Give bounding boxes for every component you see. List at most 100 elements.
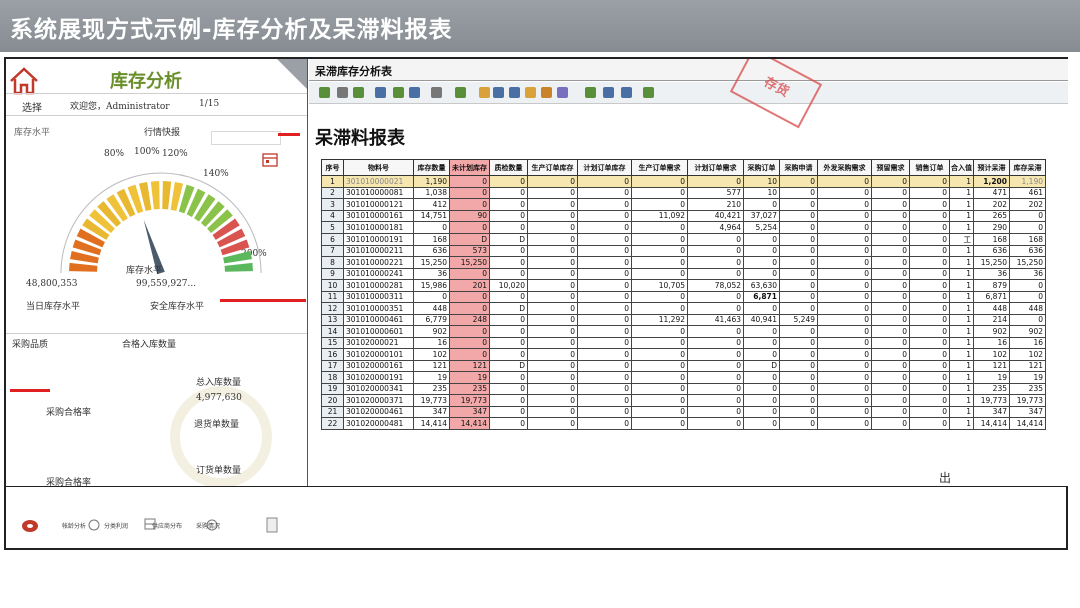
table-row[interactable]: 22 301020000481 14,414 14,414 0 0 0 0 0 0 0 0 0 0 1 14,… (321, 417, 1046, 430)
table-cell: 0 (871, 256, 910, 269)
toolbar-tool-icon[interactable] (493, 87, 504, 98)
table-cell: 0 (817, 348, 872, 361)
table-row[interactable]: 1 301010000021 1,190 0 0 0 0 0 0 10 0 0 0 0 1 1,200 1,19… (321, 175, 1046, 188)
table-row[interactable]: 17 301020000161 121 121 D 0 0 0 0 D 0 0 0 0 1 121 121 (321, 359, 1046, 372)
column-header[interactable]: 未计划库存 (449, 159, 490, 176)
table-row[interactable]: 2 301010000081 1,038 0 0 0 0 0 577 10 0 0 0 0 1 471 461 (321, 186, 1046, 199)
quick-report-label[interactable]: 行情快报 (144, 125, 180, 138)
table-row[interactable]: 4 301010000161 14,751 90 0 0 0 11,092 40,421 37,0… (321, 209, 1046, 222)
table-cell: 301010000221 (343, 256, 414, 269)
table-cell: 0 (779, 186, 818, 199)
table-row[interactable]: 11 301010000311 0 0 0 0 0 0 0 6,871 0 0 0 0 1 6,871 0 (321, 290, 1046, 303)
table-cell: 471 (973, 186, 1010, 199)
column-header[interactable]: 序号 (321, 159, 344, 176)
column-header[interactable]: 质检数量 (489, 159, 528, 176)
column-header[interactable]: 采购申请 (779, 159, 818, 176)
today-inventory-label: 当日库存水平 (26, 302, 81, 312)
table-cell: 0 (817, 290, 872, 303)
table-cell: 214 (973, 313, 1010, 326)
table-cell: D (489, 302, 528, 315)
table-cell: 301010000191 (343, 232, 414, 246)
column-header[interactable]: 库存呆滞 (1009, 159, 1046, 176)
column-header[interactable]: 物料号 (343, 159, 414, 176)
column-header[interactable]: 预留需求 (871, 159, 910, 176)
inventory-level-label: 库存水平 (14, 128, 51, 138)
toolbar-tool-icon[interactable] (557, 87, 568, 98)
table-row[interactable]: 15 30102000021 16 0 0 0 0 0 0 0 0 0 0 0 1 16 16 (321, 336, 1046, 349)
table-row[interactable]: 8 301010000221 15,250 15,250 0 0 0 0 0 0 0 0 0 0 1 15,2… (321, 256, 1046, 269)
table-cell: 121 (973, 359, 1010, 372)
table-cell: 78,052 (687, 279, 744, 292)
table-cell: 0 (489, 267, 528, 280)
column-header[interactable]: 销售订单 (909, 159, 950, 176)
column-header[interactable]: 生产订单库存 (527, 159, 578, 176)
toolbar-tool-icon[interactable] (525, 87, 536, 98)
nav-supplier-distribution[interactable]: 供应商分布 (152, 521, 182, 530)
column-header[interactable]: 计划订单需求 (687, 159, 744, 176)
table-cell: 0 (743, 382, 780, 395)
table-row[interactable]: 20 301020000371 19,773 19,773 0 0 0 0 0 0 0 0 0 0 1 19,… (321, 394, 1046, 407)
column-header[interactable]: 库存数量 (413, 159, 450, 176)
column-header[interactable]: 采购订单 (743, 159, 780, 176)
toolbar-tool-icon[interactable] (409, 87, 420, 98)
table-cell: 0 (489, 198, 528, 211)
toolbar-tool-icon[interactable] (643, 87, 654, 98)
table-cell: 902 (1009, 325, 1046, 338)
table-row[interactable]: 10 301010000281 15,986 201 10,020 0 0 10,705 78,… (321, 279, 1046, 292)
quick-report-field[interactable] (211, 131, 281, 145)
table-row[interactable]: 13 301010000461 6,779 248 0 0 0 11,292 41,463 40,… (321, 313, 1046, 326)
toolbar-tool-icon[interactable] (479, 87, 490, 98)
table-cell: 1 (949, 325, 974, 338)
toolbar-tool-icon[interactable] (375, 87, 386, 98)
table-row[interactable]: 21 301020000461 347 347 0 0 0 0 0 0 0 0 0 0 1 347 347 (321, 405, 1046, 418)
column-header[interactable]: 合入值 (949, 159, 974, 176)
table-cell: 0 (779, 405, 818, 418)
table-cell: 0 (631, 221, 688, 234)
table-cell: 0 (527, 313, 578, 326)
table-cell: 0 (631, 371, 688, 384)
select-menu[interactable]: 选择 (22, 99, 42, 114)
table-cell: 0 (871, 348, 910, 361)
toolbar-tool-icon[interactable] (541, 87, 552, 98)
tape-icon[interactable] (20, 517, 40, 535)
toolbar-tool-icon[interactable] (337, 87, 348, 98)
table-cell: 4 (321, 209, 344, 222)
table-row[interactable]: 16 301020000101 102 0 0 0 0 0 0 0 0 0 0 0 1 102 102 (321, 348, 1046, 361)
table-cell: 0 (687, 371, 744, 384)
toolbar-tool-icon[interactable] (319, 87, 330, 98)
table-row[interactable]: 3 301010000121 412 0 0 0 0 0 210 0 0 0 0 0 1 202 202 (321, 198, 1046, 211)
table-cell: 0 (489, 371, 528, 384)
table-cell: 0 (871, 175, 910, 188)
divider (6, 93, 307, 94)
column-header[interactable]: 生产订单需求 (631, 159, 688, 176)
table-row[interactable]: 7 301010000211 636 573 0 0 0 0 0 0 0 0 0 0 1 636 636 (321, 244, 1046, 257)
column-header[interactable]: 外发采购需求 (817, 159, 872, 176)
table-cell: 0 (871, 394, 910, 407)
table-row[interactable]: 9 301010000241 36 0 0 0 0 0 0 0 0 0 0 0 1 36 36 (321, 267, 1046, 280)
table-row[interactable]: 14 301010000601 902 0 0 0 0 0 0 0 0 0 0 0 1 902 902 (321, 325, 1046, 338)
toolbar-tool-icon[interactable] (353, 87, 364, 98)
toolbar-tool-icon[interactable] (585, 87, 596, 98)
table-row[interactable]: 19 301020000341 235 235 0 0 0 0 0 0 0 0 0 0 1 235 235 (321, 382, 1046, 395)
table-row[interactable]: 6 301010000191 168 D D 0 0 0 0 0 0 0 0 0 工 168 168 (321, 232, 1046, 246)
table-cell: 15,250 (413, 256, 450, 269)
toolbar-tool-icon[interactable] (603, 87, 614, 98)
table-cell: 0 (871, 290, 910, 303)
toolbar-tool-icon[interactable] (509, 87, 520, 98)
nav-category-profit[interactable]: 分类利润 (104, 521, 128, 530)
table-row[interactable]: 18 301020000191 19 19 0 0 0 0 0 0 0 0 0 0 1 19 19 (321, 371, 1046, 384)
table-cell: 879 (973, 279, 1010, 292)
column-header[interactable]: 计划订单库存 (577, 159, 632, 176)
table-row[interactable]: 12 301010000351 448 0 D 0 0 0 0 0 0 0 0 0 1 448 448 (321, 302, 1046, 315)
toolbar-tool-icon[interactable] (431, 87, 442, 98)
table-cell: 0 (687, 405, 744, 418)
toolbar-tool-icon[interactable] (455, 87, 466, 98)
toolbar-tool-icon[interactable] (621, 87, 632, 98)
table-row[interactable]: 5 301010000181 0 0 0 0 0 0 4,964 5,254 0 0 0 0 1 290 0 (321, 221, 1046, 234)
column-header[interactable]: 预计呆滞 (973, 159, 1010, 176)
table-cell: 0 (527, 302, 578, 315)
toolbar-tool-icon[interactable] (393, 87, 404, 98)
document-icon[interactable] (266, 517, 278, 533)
nav-purchase-status[interactable]: 采购情况 (196, 521, 220, 530)
nav-aging-analysis[interactable]: 帐龄分析 (62, 521, 86, 530)
